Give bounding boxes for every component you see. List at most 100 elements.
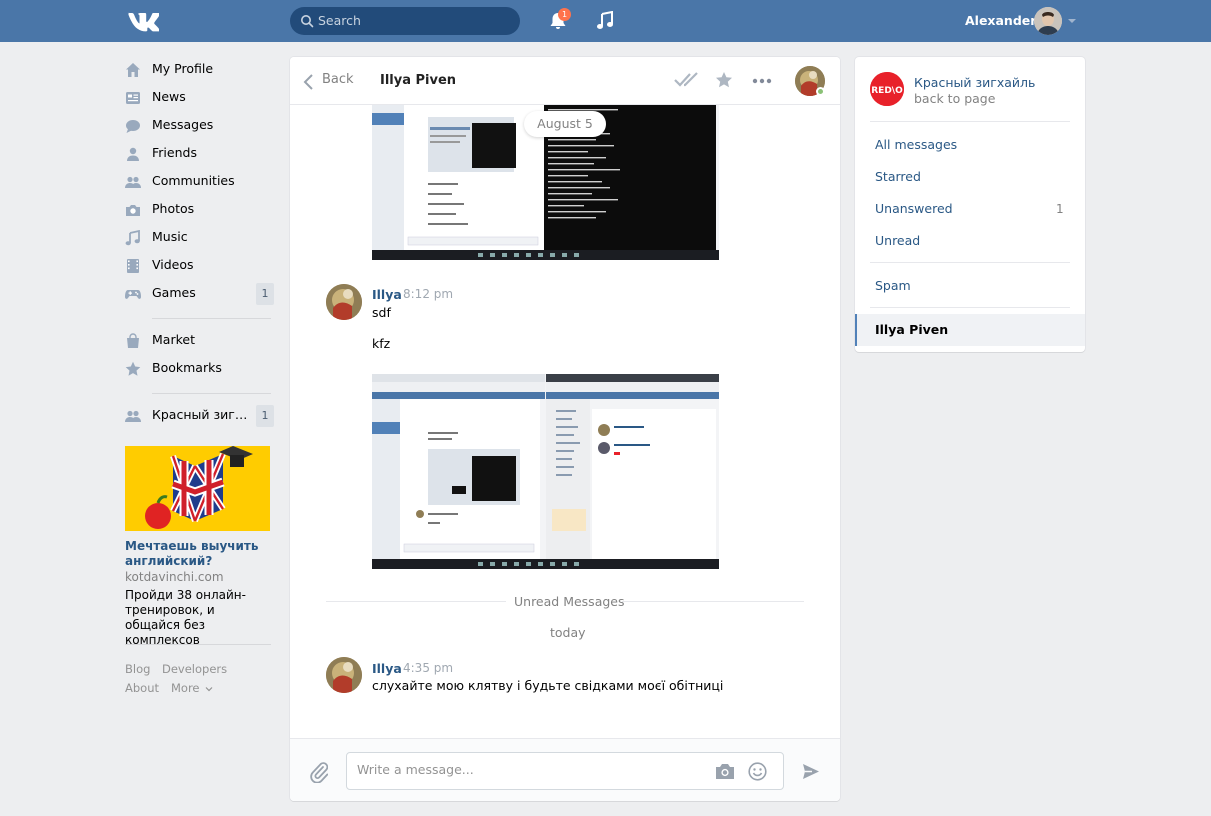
unanswered-count: 1 — [1056, 202, 1064, 216]
sidebar-divider — [125, 644, 271, 645]
footer-developers-link[interactable]: Developers — [162, 662, 227, 676]
vk-logo-icon[interactable] — [125, 10, 159, 32]
notification-count-badge: 1 — [558, 8, 571, 21]
filter-spam[interactable]: Spam — [875, 278, 911, 293]
ad-text: Пройди 38 онлайн-тренировок, и общайся б… — [125, 588, 246, 647]
filter-unanswered[interactable]: Unanswered — [875, 201, 953, 216]
sidebar-item-music[interactable]: Music — [125, 225, 275, 251]
message-composer — [290, 738, 840, 801]
back-button[interactable]: Back — [322, 72, 354, 87]
chevron-down-icon[interactable] — [1068, 18, 1076, 24]
sidebar-item-messages[interactable]: Messages — [125, 113, 275, 139]
footer-more-link[interactable]: More — [171, 681, 213, 695]
sidebar-item-label: Music — [152, 229, 188, 244]
star-icon[interactable] — [715, 71, 733, 89]
message-text: слухайте мою клятву і будьте свідками мо… — [372, 678, 724, 693]
unread-messages-label: Unread Messages — [514, 594, 625, 609]
filter-all-messages[interactable]: All messages — [875, 137, 957, 152]
message-image[interactable] — [372, 374, 719, 569]
sidebar-item-label: Communities — [152, 173, 235, 188]
sidebar-item-bookmarks[interactable]: Bookmarks — [125, 356, 275, 382]
community-logo-text: RED\O — [871, 86, 903, 96]
filter-starred[interactable]: Starred — [875, 169, 921, 184]
camera-icon[interactable] — [715, 763, 735, 780]
chat-header: Back Illya Piven — [290, 57, 840, 105]
sidebar-item-label: Friends — [152, 145, 197, 160]
community-count-badge: 1 — [256, 405, 274, 427]
community-logo[interactable]: RED\O — [870, 72, 904, 106]
sidebar-item-market[interactable]: Market — [125, 328, 275, 354]
sidebar-item-videos[interactable]: Videos — [125, 253, 275, 279]
sidebar-item-label: Bookmarks — [152, 360, 222, 375]
messages-icon — [126, 120, 140, 133]
back-to-page-link[interactable]: back to page — [914, 91, 995, 106]
ad-title[interactable]: Мечтаешь выучить английский? — [125, 539, 270, 569]
message-author[interactable]: Illya — [372, 287, 402, 302]
message-author-avatar[interactable] — [326, 657, 362, 693]
conversation-filters-panel: RED\O Красный зигхайль back to page All … — [855, 57, 1085, 352]
online-status-indicator — [816, 87, 825, 96]
emoji-smile-icon[interactable] — [748, 762, 767, 781]
active-conversation-name: Illya Piven — [875, 322, 949, 337]
date-divider-today: today — [550, 625, 586, 640]
panel-divider — [870, 262, 1070, 263]
film-icon — [127, 259, 139, 273]
sidebar-item-communities[interactable]: Communities — [125, 169, 275, 195]
search-input[interactable]: Search — [290, 7, 520, 35]
panel-divider — [870, 121, 1070, 122]
send-arrow-icon[interactable] — [802, 763, 820, 780]
sidebar-item-my-profile[interactable]: My Profile — [125, 57, 275, 83]
chat-title[interactable]: Illya Piven — [380, 73, 456, 88]
sidebar-item-label: My Profile — [152, 61, 214, 76]
panel-divider — [870, 307, 1070, 308]
message-time[interactable]: 8:12 pm — [403, 287, 453, 301]
sidebar-item-games[interactable]: Games 1 — [125, 281, 275, 307]
sidebar-item-label: Games — [152, 285, 196, 300]
community-name-link[interactable]: Красный зигхайль — [914, 75, 1035, 90]
unread-divider-line — [326, 601, 506, 602]
message-input[interactable] — [346, 752, 784, 790]
chat-panel: Back Illya Piven August 5 Illya 8:12 pm … — [290, 57, 840, 801]
sidebar-item-label: Market — [152, 332, 195, 347]
music-player-icon[interactable] — [596, 11, 614, 31]
sidebar-divider — [152, 393, 271, 394]
communities-icon — [125, 176, 141, 188]
friends-icon — [127, 147, 139, 161]
current-user-name[interactable]: Alexander — [965, 13, 1036, 28]
message-time[interactable]: 4:35 pm — [403, 661, 453, 675]
top-bar: Search 1 Alexander — [0, 0, 1211, 42]
search-icon — [301, 15, 314, 28]
games-count-badge: 1 — [256, 283, 274, 305]
search-placeholder: Search — [318, 13, 361, 28]
sidebar-item-community-red[interactable]: Красный зигхайль 1 — [125, 403, 275, 429]
unread-divider-line — [622, 601, 804, 602]
footer-more-label: More — [171, 681, 200, 695]
music-icon — [125, 230, 140, 246]
star-icon — [125, 361, 141, 376]
filter-unread[interactable]: Unread — [875, 233, 920, 248]
current-user-avatar[interactable] — [1034, 7, 1062, 35]
sidebar-item-friends[interactable]: Friends — [125, 141, 275, 167]
ad-image[interactable] — [125, 446, 270, 531]
sidebar-item-news[interactable]: News — [125, 85, 275, 111]
active-conversation-item[interactable]: Illya Piven — [855, 314, 1085, 346]
back-arrow-icon[interactable] — [302, 73, 314, 91]
message-input-field[interactable] — [357, 762, 697, 777]
footer-about-link[interactable]: About — [125, 681, 159, 695]
chevron-down-icon — [205, 687, 213, 692]
message-author-avatar[interactable] — [326, 284, 362, 320]
community-icon — [125, 410, 141, 422]
date-divider: August 5 — [524, 111, 606, 137]
ad-domain[interactable]: kotdavinchi.com — [125, 570, 224, 584]
footer-blog-link[interactable]: Blog — [125, 662, 150, 676]
message-text: sdf — [372, 305, 391, 320]
mark-read-icon[interactable] — [674, 72, 700, 88]
sidebar-item-photos[interactable]: Photos — [125, 197, 275, 223]
sidebar-item-label: Красный зигхайль — [152, 407, 252, 422]
attach-paperclip-icon[interactable] — [310, 761, 328, 783]
sidebar-item-label: Messages — [152, 117, 214, 132]
message-author[interactable]: Illya — [372, 661, 402, 676]
more-options-icon[interactable] — [752, 78, 772, 84]
news-icon — [126, 92, 140, 104]
bag-icon — [127, 333, 139, 348]
